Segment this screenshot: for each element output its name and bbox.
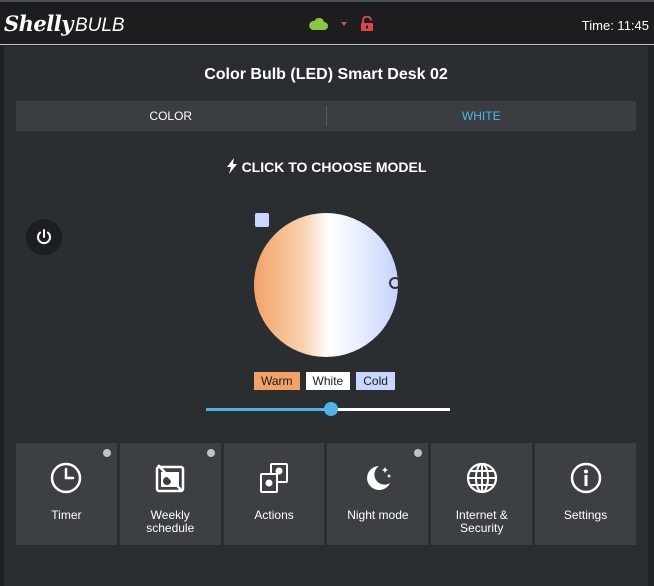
info-icon — [570, 462, 601, 494]
power-button[interactable] — [26, 219, 62, 255]
brightness-slider-thumb[interactable] — [324, 402, 338, 416]
tile-internet-security[interactable]: Internet & Security — [431, 443, 533, 545]
tile-label: Internet & Security — [455, 508, 508, 535]
tile-label: Weekly schedule — [146, 508, 195, 535]
arrow-down-icon — [341, 22, 347, 26]
lightning-icon — [226, 158, 237, 174]
status-dot — [102, 449, 111, 457]
tile-timer[interactable]: Timer — [16, 443, 117, 545]
top-bar: Shelly BULB Time: 11:45 — [0, 0, 654, 44]
time-display: Time: 11:45 — [581, 18, 649, 33]
moon-icon — [366, 466, 391, 490]
brightness-slider-filled[interactable] — [206, 408, 331, 411]
tile-label: Night mode — [347, 508, 409, 522]
device-title: Color Bulb (LED) Smart Desk 02 — [204, 66, 448, 83]
tile-label: Actions — [254, 508, 294, 522]
white-temperature-wheel[interactable] — [254, 213, 398, 357]
tile-night-mode[interactable]: Night mode — [327, 443, 429, 545]
main-panel: Color Bulb (LED) Smart Desk 02 COLOR WHI… — [4, 46, 648, 586]
power-icon — [37, 229, 51, 245]
status-icons — [308, 16, 374, 32]
current-color-swatch — [255, 213, 269, 227]
tile-label: Settings — [563, 508, 608, 522]
tab-white[interactable]: WHITE — [327, 101, 637, 131]
temperature-presets: Warm White Cold — [254, 372, 395, 390]
feature-tiles: Timer Weekly schedule Actions Night mode… — [16, 443, 636, 545]
mode-tabs: COLOR WHITE — [16, 101, 636, 131]
choose-model-link[interactable]: CLICK TO CHOOSE MODEL — [4, 158, 648, 175]
temperature-picker-handle[interactable] — [389, 277, 401, 289]
tile-label: Timer — [51, 508, 82, 522]
preset-warm-button[interactable]: Warm — [254, 372, 300, 390]
clock-icon — [51, 462, 82, 494]
status-dot — [414, 449, 423, 457]
lock-icon — [361, 16, 373, 31]
globe-icon — [466, 462, 497, 494]
logo-secondary-text: BULB — [74, 15, 125, 36]
preset-white-button[interactable]: White — [305, 372, 351, 390]
shelly-logo: Shelly BULB — [4, 11, 125, 39]
calendar-icon — [155, 464, 185, 493]
choose-model-label: CLICK TO CHOOSE MODEL — [241, 159, 427, 175]
logo-primary-text: Shelly — [4, 11, 73, 36]
tile-settings[interactable]: Settings — [535, 443, 636, 545]
brightness-slider-track[interactable] — [334, 408, 450, 411]
top-bar-divider — [0, 44, 654, 45]
tile-weekly-schedule[interactable]: Weekly schedule — [119, 443, 221, 545]
status-dot — [206, 449, 215, 457]
cloud-icon — [309, 17, 328, 30]
preset-cold-button[interactable]: Cold — [356, 372, 395, 390]
tab-color[interactable]: COLOR — [16, 101, 326, 131]
tile-actions[interactable]: Actions — [223, 443, 325, 545]
actions-icon — [260, 463, 289, 493]
